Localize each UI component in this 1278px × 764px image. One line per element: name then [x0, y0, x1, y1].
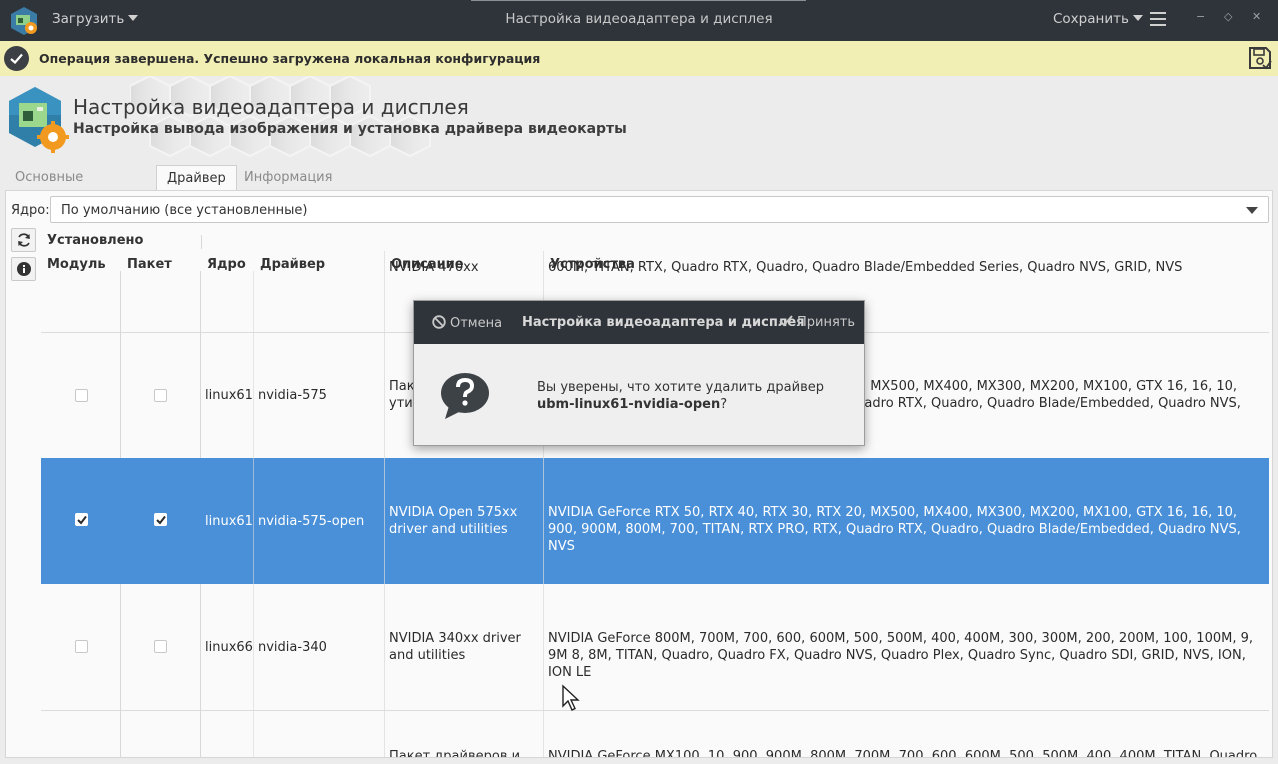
chevron-down-icon	[1132, 15, 1143, 21]
close-button[interactable]: ✕	[1252, 10, 1261, 23]
dialog-message-prefix: Вы уверены, что хотите удалить драйвер	[537, 380, 824, 395]
column-divider	[200, 584, 201, 757]
dialog-message: Вы уверены, что хотите удалить драйвер u…	[537, 379, 842, 413]
question-icon	[441, 373, 489, 419]
row-driver: nvidia-575-open	[258, 514, 365, 529]
row-devices: 600M, TITAN, RTX, Quadro RTX, Quadro, Qu…	[548, 260, 1183, 275]
status-message: Операция завершена. Успешно загружена ло…	[39, 51, 541, 66]
row-description: NVIDIA 470xx	[389, 260, 479, 275]
title-accent-line	[471, 0, 806, 1]
hamburger-menu-icon[interactable]	[1150, 12, 1166, 26]
display-settings-icon	[9, 87, 69, 153]
dialog-title: Настройка видеоадаптера и дисплея	[522, 315, 805, 330]
module-checkbox[interactable]	[75, 640, 88, 653]
row-kernel: linux61	[205, 514, 253, 529]
table-row-selected[interactable]: linux61 nvidia-575-open NVIDIA Open 575x…	[41, 458, 1269, 584]
load-menu-button[interactable]: Загрузить	[52, 11, 139, 27]
package-checkbox[interactable]	[154, 389, 167, 402]
row-devices: NVIDIA GeForce 800M, 700M, 700, 600, 600…	[548, 631, 1253, 680]
kernel-select[interactable]: По умолчанию (все установленные)	[50, 196, 1269, 223]
row-driver: nvidia-340	[258, 640, 327, 655]
minimize-button[interactable]: −	[1196, 10, 1205, 23]
maximize-button[interactable]: ◇	[1224, 10, 1232, 23]
row-kernel: linux66	[205, 640, 253, 655]
cancel-icon	[432, 315, 446, 329]
column-divider	[384, 251, 385, 757]
accept-label: Принять	[797, 315, 856, 330]
chevron-down-icon	[128, 15, 139, 21]
module-checkbox[interactable]	[75, 513, 88, 526]
row-devices: NVIDIA GeForce RTX 50, RTX 40, RTX 30, R…	[548, 505, 1241, 554]
column-divider	[120, 584, 121, 757]
info-button[interactable]	[11, 257, 36, 281]
table-row[interactable]: linux66 nvidia-340 NVIDIA 340xx driver a…	[41, 584, 1269, 710]
confirm-dialog: Отмена Настройка видеоадаптера и дисплея…	[413, 300, 865, 446]
load-label: Загрузить	[52, 11, 125, 27]
dialog-header: Отмена Настройка видеоадаптера и дисплея…	[414, 301, 864, 344]
status-infobar: Операция завершена. Успешно загружена ло…	[0, 41, 1278, 76]
page-header: Настройка видеоадаптера и дисплея Настро…	[0, 76, 1278, 162]
page-subtitle: Настройка вывода изображения и установка…	[73, 121, 627, 137]
kernel-label: Ядро:	[11, 203, 50, 218]
row-driver: nvidia-575	[258, 388, 327, 403]
column-divider	[253, 271, 254, 757]
save-label: Сохранить	[1053, 11, 1129, 27]
dialog-accept-button[interactable]: Принять	[779, 315, 855, 330]
app-icon	[11, 7, 37, 35]
package-checkbox[interactable]	[154, 640, 167, 653]
check-circle-icon	[4, 46, 29, 71]
driver-panel: Ядро: По умолчанию (все установленные) У…	[5, 190, 1273, 758]
row-description: NVIDIA Open 575xx driver and utilities	[389, 505, 518, 537]
tab-information[interactable]: Информация	[244, 165, 332, 191]
window-titlebar: Загрузить Настройка видеоадаптера и дисп…	[0, 0, 1278, 41]
row-kernel: linux61	[205, 388, 253, 403]
save-floppy-icon[interactable]	[1248, 46, 1272, 70]
column-divider	[120, 271, 121, 458]
row-devices: NVIDIA GeForce MX100, 10, 900, 900M, 800…	[548, 749, 1258, 758]
refresh-button[interactable]	[11, 228, 36, 252]
tab-driver[interactable]: Драйвер	[156, 165, 237, 191]
row-description: Пакет драйверов и	[389, 749, 521, 758]
dialog-message-package: ubm-linux61-nvidia-open	[537, 397, 721, 412]
page-title: Настройка видеоадаптера и дисплея	[73, 95, 469, 119]
column-divider	[200, 271, 201, 458]
cancel-label: Отмена	[450, 316, 503, 331]
mouse-cursor-icon	[562, 684, 580, 711]
row-description: NVIDIA 340xx driver and utilities	[389, 631, 521, 663]
dialog-message-suffix: ?	[720, 397, 728, 412]
table-row[interactable]: Пакет драйверов и NVIDIA GeForce MX100, …	[41, 711, 1269, 758]
info-icon	[17, 262, 31, 276]
dropdown-arrow-icon	[1246, 207, 1258, 214]
dialog-cancel-button[interactable]: Отмена	[432, 315, 502, 331]
check-icon	[779, 315, 793, 327]
kernel-select-value: По умолчанию (все установленные)	[61, 203, 308, 218]
tab-basic-settings[interactable]: Основные настройки	[15, 165, 87, 210]
package-checkbox[interactable]	[154, 513, 167, 526]
module-checkbox[interactable]	[75, 389, 88, 402]
refresh-icon	[18, 233, 30, 247]
save-menu-button[interactable]: Сохранить	[1053, 11, 1143, 27]
